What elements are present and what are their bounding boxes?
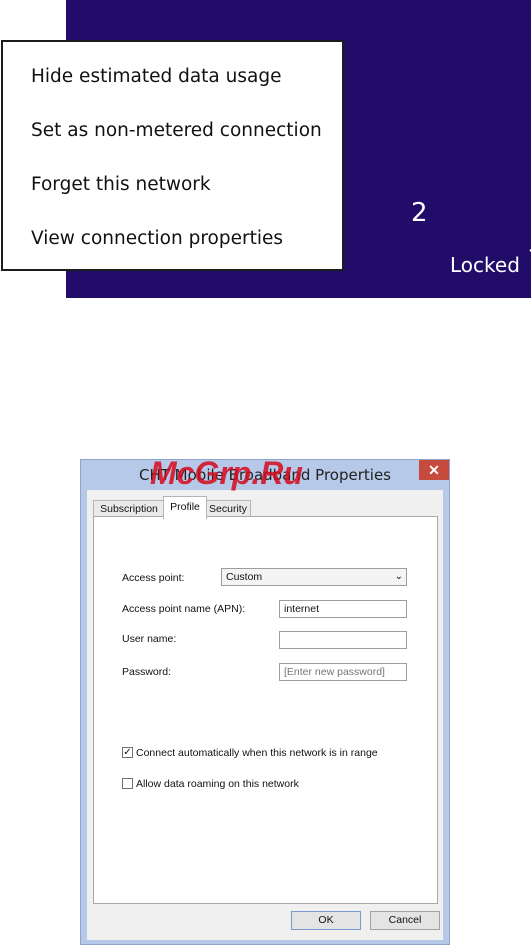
access-point-value: Custom: [226, 571, 263, 583]
cancel-button[interactable]: Cancel: [370, 911, 440, 930]
menu-item-forget-network[interactable]: Forget this network: [31, 174, 211, 195]
password-input[interactable]: [279, 663, 407, 681]
profile-panel: Access point: Custom ⌄ Access point name…: [93, 516, 438, 904]
connect-automatically-checkbox[interactable]: ✓: [122, 747, 133, 758]
menu-item-hide-data-usage[interactable]: Hide estimated data usage: [31, 66, 281, 87]
close-button[interactable]: ✕: [419, 460, 449, 480]
allow-roaming-label: Allow data roaming on this network: [136, 778, 299, 790]
menu-item-set-non-metered[interactable]: Set as non-metered connection: [31, 120, 322, 141]
tab-profile[interactable]: Profile: [163, 496, 207, 519]
menu-item-view-properties[interactable]: View connection properties: [31, 228, 283, 249]
network-status: Locked: [450, 253, 520, 277]
password-label: Password:: [122, 666, 172, 678]
ok-button[interactable]: OK: [291, 911, 361, 930]
properties-dialog: CHT Mobile Broadband Properties ✕ Subscr…: [80, 459, 450, 945]
close-icon: ✕: [428, 462, 440, 478]
network-context-menu: Hide estimated data usage Set as non-met…: [1, 40, 344, 271]
access-point-label: Access point:: [122, 572, 185, 584]
apn-input[interactable]: [279, 600, 407, 618]
access-point-select[interactable]: Custom ⌄: [221, 568, 407, 586]
apn-label: Access point name (APN):: [122, 603, 246, 615]
allow-roaming-checkbox[interactable]: [122, 778, 133, 789]
connect-automatically-label: Connect automatically when this network …: [136, 747, 378, 759]
network-name-suffix: 2: [411, 198, 428, 228]
username-label: User name:: [122, 633, 177, 645]
dialog-body: Subscription Profile Security Access poi…: [87, 490, 443, 940]
watermark-text: McGrp.Ru: [150, 455, 303, 491]
chevron-down-icon: ⌄: [394, 571, 403, 582]
username-input[interactable]: [279, 631, 407, 649]
